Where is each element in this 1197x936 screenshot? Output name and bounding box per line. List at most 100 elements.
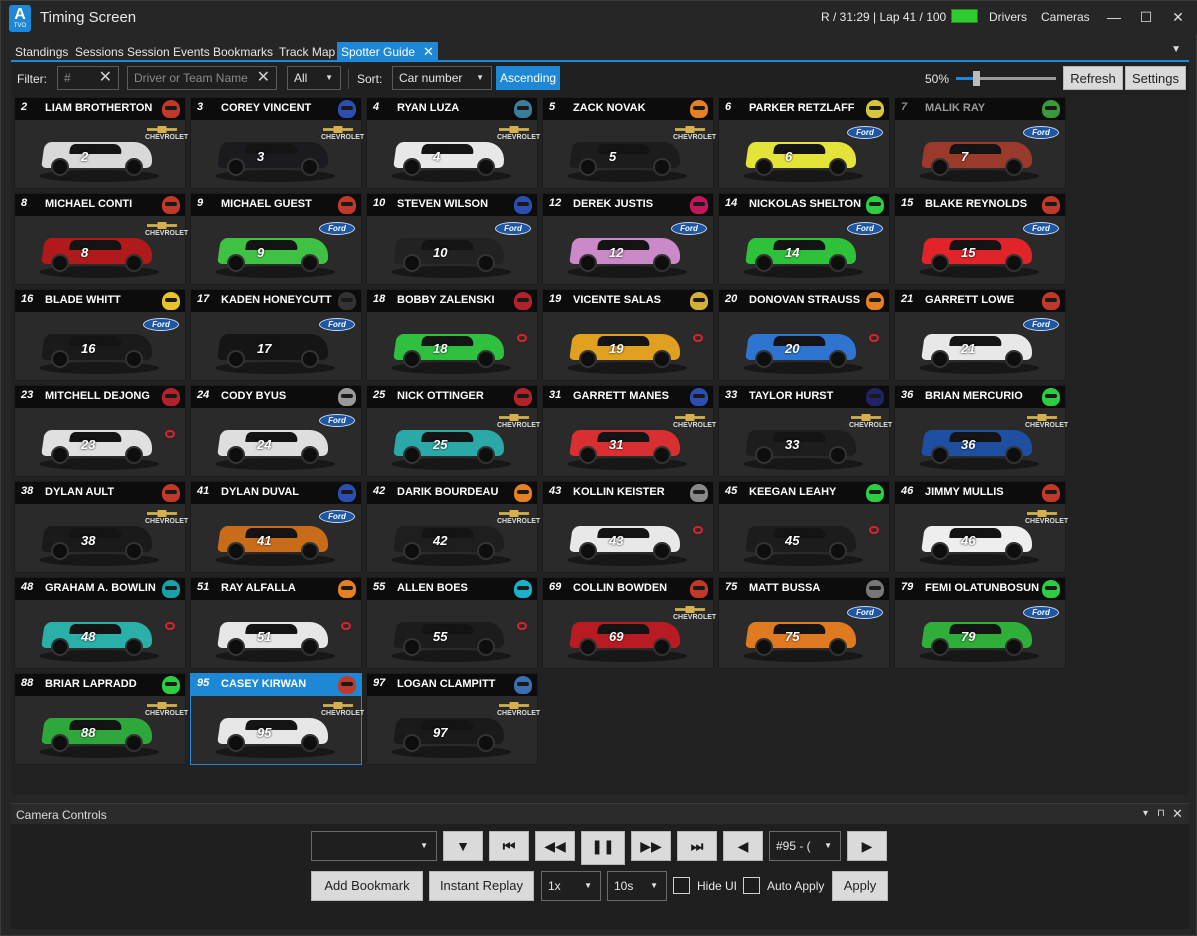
clear-name-icon[interactable]: ✕ (257, 67, 270, 89)
driver-card[interactable]: 6 PARKER RETZLAFF Ford 6 (718, 97, 890, 189)
driver-card[interactable]: 16 BLADE WHITT Ford 16 (14, 289, 186, 381)
class-select-value: All (294, 71, 308, 85)
previous-car-button[interactable]: ◀ (723, 831, 763, 861)
driver-card[interactable]: 19 VICENTE SALAS 19 (542, 289, 714, 381)
drivers-menu[interactable]: Drivers (989, 10, 1027, 24)
helmet-icon (1042, 196, 1060, 214)
driver-card[interactable]: 7 MALIK RAY Ford 7 (894, 97, 1066, 189)
car-select[interactable]: #95 - (▼ (769, 831, 841, 861)
tab-session-events[interactable]: Session Events (127, 42, 210, 62)
driver-card[interactable]: 88 BRIAR LAPRADD CHEVROLET 88 (14, 673, 188, 765)
fast-forward-button[interactable]: ▶▶ (631, 831, 671, 861)
driver-card[interactable]: 43 KOLLIN KEISTER 43 (542, 481, 714, 573)
next-car-button[interactable]: ▶ (847, 831, 887, 861)
driver-card[interactable]: 38 DYLAN AULT CHEVROLET 38 (14, 481, 188, 573)
car-body-number: 33 (785, 437, 800, 452)
sort-select[interactable]: Car number ▼ (392, 66, 492, 90)
driver-card[interactable]: 3 COREY VINCENT CHEVROLET 3 (190, 97, 364, 189)
driver-card[interactable]: 2 LIAM BROTHERTON CHEVROLET 2 (14, 97, 188, 189)
auto-apply-checkbox[interactable] (743, 877, 760, 894)
panel-options-icon[interactable]: ▾ (1143, 808, 1148, 819)
driver-card[interactable]: 46 JIMMY MULLIS CHEVROLET 46 (894, 481, 1068, 573)
apply-button[interactable]: Apply (832, 871, 888, 901)
driver-card[interactable]: 14 NICKOLAS SHELTON Ford 14 (718, 193, 890, 285)
driver-card[interactable]: 97 LOGAN CLAMPITT CHEVROLET 97 (366, 673, 540, 765)
driver-card[interactable]: 36 BRIAN MERCURIO CHEVROLET 36 (894, 385, 1068, 477)
zoom-slider[interactable] (956, 71, 1056, 86)
instant-replay-button[interactable]: Instant Replay (429, 871, 534, 901)
refresh-button[interactable]: Refresh (1063, 66, 1123, 90)
rewind-button[interactable]: ◀◀ (535, 831, 575, 861)
car-body-number: 48 (81, 629, 96, 644)
race-car-icon: 69 (565, 616, 687, 656)
zoom-slider-thumb[interactable] (973, 71, 980, 86)
driver-team-filter[interactable]: Driver or Team Name ✕ (127, 66, 277, 90)
minimize-button[interactable]: — (1104, 7, 1124, 27)
driver-card[interactable]: 8 MICHAEL CONTI CHEVROLET 8 (14, 193, 188, 285)
hide-ui-checkbox[interactable] (673, 877, 690, 894)
settings-button[interactable]: Settings (1125, 66, 1186, 90)
driver-name: DONOVAN STRAUSS (749, 294, 861, 306)
duration-select[interactable]: 10s ▼ (607, 871, 667, 901)
driver-card[interactable]: 55 ALLEN BOES 55 (366, 577, 538, 669)
driver-card[interactable]: 31 GARRETT MANES CHEVROLET 31 (542, 385, 716, 477)
driver-name: DYLAN AULT (45, 486, 115, 498)
maximize-button[interactable]: ☐ (1136, 7, 1156, 27)
car-number: 17 (197, 293, 210, 305)
hide-ui-label: Hide UI (697, 879, 738, 893)
clear-number-icon[interactable]: ✕ (99, 67, 112, 89)
driver-card[interactable]: 42 DARIK BOURDEAU CHEVROLET 42 (366, 481, 540, 573)
skip-to-start-button[interactable]: ⏮ (489, 831, 529, 861)
driver-card[interactable]: 51 RAY ALFALLA 51 (190, 577, 362, 669)
driver-card[interactable]: 9 MICHAEL GUEST Ford 9 (190, 193, 362, 285)
panel-close-icon[interactable]: ✕ (1172, 806, 1183, 822)
tab-overflow-icon[interactable]: ▼ (1171, 44, 1181, 55)
driver-card[interactable]: 20 DONOVAN STRAUSS 20 (718, 289, 890, 381)
driver-card[interactable]: 69 COLLIN BOWDEN CHEVROLET 69 (542, 577, 716, 669)
tab-bookmarks[interactable]: Bookmarks (213, 42, 273, 62)
helmet-icon (690, 292, 708, 310)
pause-button[interactable]: ❚❚ (581, 831, 625, 865)
car-number-filter[interactable]: # ✕ (57, 66, 119, 90)
close-button[interactable]: ✕ (1168, 7, 1188, 27)
class-select[interactable]: All ▼ (287, 66, 341, 90)
driver-card[interactable]: 95 CASEY KIRWAN CHEVROLET 95 (190, 673, 364, 765)
driver-card[interactable]: 10 STEVEN WILSON Ford 10 (366, 193, 538, 285)
driver-card[interactable]: 5 ZACK NOVAK CHEVROLET 5 (542, 97, 716, 189)
driver-card[interactable]: 48 GRAHAM A. BOWLIN 48 (14, 577, 186, 669)
driver-card[interactable]: 25 NICK OTTINGER CHEVROLET 25 (366, 385, 540, 477)
driver-card[interactable]: 4 RYAN LUZA CHEVROLET 4 (366, 97, 540, 189)
camera-select[interactable]: ▼ (311, 831, 437, 861)
driver-card[interactable]: 24 CODY BYUS Ford 24 (190, 385, 362, 477)
tab-track-map[interactable]: Track Map (279, 42, 335, 62)
driver-card[interactable]: 33 TAYLOR HURST CHEVROLET 33 (718, 385, 892, 477)
tab-sessions[interactable]: Sessions (75, 42, 124, 62)
driver-card[interactable]: 21 GARRETT LOWE Ford 21 (894, 289, 1066, 381)
driver-card[interactable]: 17 KADEN HONEYCUTT Ford 17 (190, 289, 362, 381)
driver-card[interactable]: 75 MATT BUSSA Ford 75 (718, 577, 890, 669)
driver-card[interactable]: 12 DEREK JUSTIS Ford 12 (542, 193, 714, 285)
panel-pin-icon[interactable]: ⊓ (1157, 808, 1165, 819)
driver-card[interactable]: 23 MITCHELL DEJONG 23 (14, 385, 186, 477)
add-bookmark-button[interactable]: Add Bookmark (311, 871, 423, 901)
helmet-icon (514, 388, 532, 406)
driver-card[interactable]: 41 DYLAN DUVAL Ford 41 (190, 481, 362, 573)
skip-to-end-button[interactable]: ⏭ (677, 831, 717, 861)
tab-close-icon[interactable]: ✕ (423, 44, 434, 59)
driver-name: NICK OTTINGER (397, 390, 484, 402)
tab-standings[interactable]: Standings (15, 42, 68, 62)
helmet-icon (1042, 292, 1060, 310)
driver-card[interactable]: 15 BLAKE REYNOLDS Ford 15 (894, 193, 1066, 285)
app-window: A TVO Timing Screen R / 31:29 | Lap 41 / … (0, 0, 1197, 936)
tab-spotter-guide[interactable]: Spotter Guide ✕ (337, 42, 438, 62)
car-number: 41 (197, 485, 210, 497)
cameras-menu[interactable]: Cameras (1041, 10, 1090, 24)
driver-card[interactable]: 18 BOBBY ZALENSKI 18 (366, 289, 538, 381)
driver-card[interactable]: 79 FEMI OLATUNBOSUN Ford 79 (894, 577, 1066, 669)
chevron-down-icon: ▼ (824, 841, 832, 850)
speed-select[interactable]: 1x ▼ (541, 871, 601, 901)
driver-card[interactable]: 45 KEEGAN LEAHY 45 (718, 481, 890, 573)
driver-card-header: 33 TAYLOR HURST (719, 386, 889, 408)
ascending-toggle[interactable]: Ascending (496, 66, 561, 90)
collapse-button[interactable]: ▼ (443, 831, 483, 861)
